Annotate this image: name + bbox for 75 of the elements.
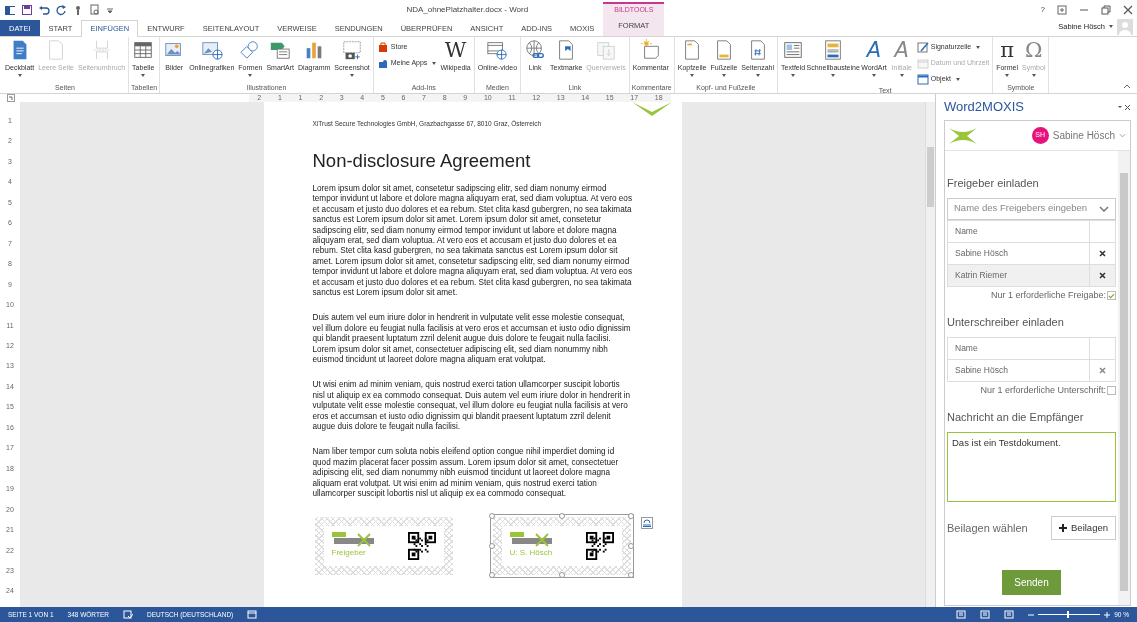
qr-code-icon: [585, 531, 614, 560]
remove-icon[interactable]: [1099, 271, 1106, 279]
remove-icon[interactable]: [1099, 249, 1106, 257]
chevron-down-icon: [1099, 205, 1109, 212]
restore-icon[interactable]: [1101, 5, 1111, 15]
paragraph: Duis autem vel eum iriure dolor in hendrerit in vulputate velit esse molestie consequat, vel illum dolore eu feugiat nulla facilisis at vero eros et accumsan et iusto odio dignissim qui blandit praesent luptatum zzril delenit augue duis dolore te feugait nulla facilisi. Lorem ipsum dolor sit amet, consectetuer adipiscing elit, sed diam nonummy nibh euismod tincidunt ut laoreet dolore magna aliquam erat volutpat.: [312, 313, 632, 366]
print-layout-icon[interactable]: [980, 610, 991, 619]
option-label: Nur 1 erforderliche Freigabe:: [990, 288, 1106, 302]
section-heading: Nachricht an die Empfänger: [947, 410, 1085, 425]
pane-title: Word2MOXIS: [944, 98, 1024, 117]
a-glyph-icon: A: [890, 39, 913, 61]
scroll-bar[interactable]: [925, 102, 935, 607]
attachments-label: Beilagen wählen: [947, 520, 1028, 536]
object-window-icon: [916, 73, 929, 85]
paragraph: Lorem ipsum dolor sit amet, consetetur sadipscing elitr, sed diam nonumy eirmod tempor invidunt ut labore et dolore magna aliquyam erat, sed diam voluptua. At vero eos et accusam et justo duo dolores et ea rebum. Stet clita kasd gubergren, no sea takimata sanctus est Lorem ipsum dolor sit amet. Lorem ipsum dolor sit amet, consetetur sadipscing elitr, sed diam nonumy eirmod tempor invidunt ut labore et dolore magna aliquyam erat, sed diam voluptua. At vero eos et accusam et justo duo dolores et ea rebum. Stet clita kasd gubergren, no sea takimata sanctus est Lorem ipsum dolor sit amet. Lorem ipsum dolor sit amet, consetetur sadipscing elitr, sed diam nonumy eirmod tempor invidunt ut labore et dolore magna aliquyam erat, sed diam voluptua. At vero eos et accusam et justo duo dolores et ea rebum. Stet clita kasd gubergren, no sea takimata sanctus est Lorem ipsum dolor sit amet.: [312, 183, 633, 299]
globe-link-icon: [524, 39, 547, 61]
user-name[interactable]: Sabine Hösch: [1052, 128, 1115, 143]
comment-icon: [639, 39, 662, 61]
ruler-toggle-icon[interactable]: [7, 94, 15, 102]
check-icon: [1108, 291, 1115, 299]
checkbox[interactable]: [1107, 290, 1116, 300]
qr-code-icon: [407, 531, 436, 560]
paragraph: Nam liber tempor cum soluta nobis eleifend option congue nihil imperdiet doming id quod mazim placerat facer possim assum. Lorem ipsum dolor sit amet, consectetuer adipiscing elit, sed diam nonummy nibh euismod tincidunt ut laoreet dolore magna aliquam erat volutpat. Ut wisi enim ad minim veniam, quis nostrud exerci tation ullamcorper suscipit lobortis nisl ut aliquip ex ea commodo consequat.: [312, 447, 620, 500]
name-dropdown[interactable]: Name des Freigebers eingeben: [947, 197, 1116, 220]
zoom-in-icon[interactable]: [1104, 611, 1111, 618]
paragraph: Ut wisi enim ad minim veniam, quis nostrud exerci tation ullamcorper suscipit lobortis nisl ut aliquip ex ea commodo consequat. Duis autem vel eum iriure dolor in hendrerit in vulputate velit esse molestie consequat, vel illum dolore eu feugiat nulla facilisis at vero eros et accumsan et iusto odio dignissim qui blandit praesent luptatum zzril delenit augue duis dolore te feugait nulla facilisi.: [312, 380, 632, 433]
w-glyph-icon: W: [444, 39, 467, 61]
omega-glyph-icon: Ω: [1022, 39, 1045, 61]
proofing-icon[interactable]: [122, 610, 133, 619]
signature-role: U: S. Hösch: [509, 547, 554, 559]
section-heading: Freigeber einladen: [947, 176, 1040, 191]
a-glyph-icon: A: [862, 39, 885, 61]
moxis-x-logo-icon: [949, 127, 977, 144]
help-button[interactable]: ?: [1040, 4, 1045, 16]
add-attachments-button[interactable]: Beilagen: [1051, 516, 1116, 541]
layout-options-icon[interactable]: [640, 516, 653, 529]
slider-thumb[interactable]: [1066, 611, 1069, 618]
document-title: Non-disclosure Agreement: [312, 149, 532, 172]
name-cell[interactable]: Katrin Riemer: [947, 264, 1090, 286]
window-title: NDA_ohnePlatzhalter.docx - Word: [406, 5, 529, 14]
camera-icon: [341, 39, 364, 61]
puzzle-icon: [376, 57, 389, 69]
ribbon-display-icon[interactable]: [1057, 5, 1067, 15]
message-field[interactable]: Das ist ein Testdokument.: [947, 431, 1116, 502]
name-cell[interactable]: Sabine Hösch: [947, 359, 1090, 381]
section-heading: Unterschreiber einladen: [947, 315, 1065, 330]
zoom-out-icon[interactable]: [1028, 611, 1035, 618]
web-layout-icon[interactable]: [1004, 610, 1015, 619]
pane-close-icon[interactable]: [1118, 103, 1131, 111]
plus-icon: [1059, 524, 1067, 533]
checkbox[interactable]: [1107, 385, 1116, 395]
calendar-icon: [916, 57, 929, 69]
pi-glyph-icon: π: [996, 39, 1019, 61]
signature-role: Freigeber: [331, 547, 367, 559]
close-icon[interactable]: [1123, 5, 1133, 15]
video-globe-icon: [486, 39, 509, 61]
table-icon: [132, 39, 155, 61]
column-header: Name: [947, 337, 1090, 359]
column-header: Name: [947, 220, 1090, 242]
redo-icon[interactable]: [55, 4, 67, 16]
save-icon[interactable]: [21, 4, 33, 16]
customize-caret-icon[interactable]: [106, 6, 114, 14]
scroll-bar[interactable]: [1118, 151, 1130, 605]
picture-globe-icon: [200, 39, 223, 61]
name-cell[interactable]: Sabine Hösch: [947, 242, 1090, 264]
undo-icon[interactable]: [38, 4, 50, 16]
print-preview-icon[interactable]: [89, 4, 101, 16]
collapse-ribbon-icon[interactable]: [1123, 83, 1131, 89]
read-mode-icon[interactable]: [956, 610, 967, 619]
macro-icon[interactable]: [247, 610, 258, 619]
cross-reference-icon: [595, 39, 617, 61]
caret-icon: [1109, 25, 1113, 28]
option-label: Nur 1 erforderliche Unterschrift:: [980, 383, 1106, 397]
shopping-bag-icon: [376, 41, 389, 53]
text-box-icon: [782, 39, 805, 61]
